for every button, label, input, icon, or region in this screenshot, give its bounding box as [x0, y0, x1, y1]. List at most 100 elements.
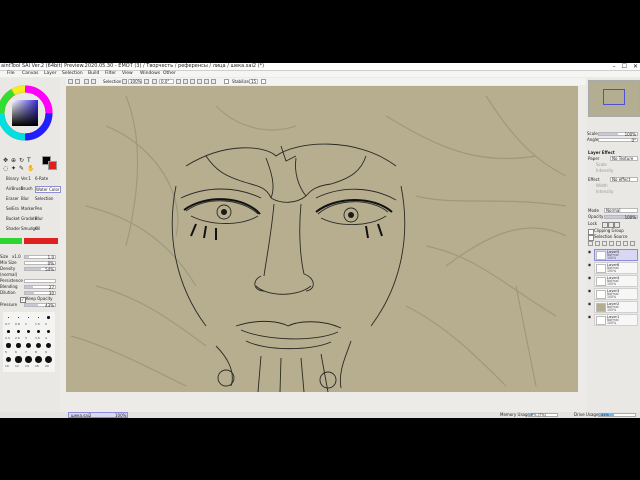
rotate-right-icon[interactable]: [176, 79, 181, 84]
stabilizer-field[interactable]: 15: [249, 79, 258, 84]
zoom-icon[interactable]: ⊕: [11, 157, 16, 164]
dilution-slider[interactable]: 30: [24, 291, 56, 296]
menu-file[interactable]: File: [7, 71, 15, 77]
brush-tip-icon[interactable]: [261, 79, 266, 84]
brush-size-dot[interactable]: 9: [44, 341, 53, 354]
tool-shader[interactable]: Shader: [6, 226, 20, 231]
brush-size-dot[interactable]: 3.5: [34, 327, 43, 340]
brush-size-dot[interactable]: 4: [44, 327, 53, 340]
brush-size-dot[interactable]: 14: [24, 355, 33, 368]
zoom-field[interactable]: 100%: [128, 79, 142, 84]
size-mult[interactable]: x1.0: [12, 254, 21, 259]
layer-row[interactable]: Layer3 Normal 100%: [594, 288, 638, 300]
visibility-eye-icon[interactable]: ◉: [587, 275, 592, 280]
brush-size-dot[interactable]: 2.6: [14, 327, 23, 340]
menu-view[interactable]: View: [122, 71, 133, 77]
eyedropper-icon[interactable]: ✎: [19, 165, 24, 172]
brush-size-dot[interactable]: 5: [4, 341, 13, 354]
layer-row[interactable]: Layer5 Normal 100%: [594, 249, 638, 261]
tool-binary[interactable]: Binary: [6, 176, 19, 181]
reset-rotation-icon[interactable]: [183, 79, 188, 84]
brush-size-dot[interactable]: 0.8: [14, 313, 23, 326]
fit-window-icon[interactable]: [204, 79, 209, 84]
new-layer-icon[interactable]: [588, 241, 593, 246]
menu-canvas[interactable]: Canvas: [22, 71, 39, 77]
navigator-zoom-slider[interactable]: 100%: [598, 132, 638, 137]
drawing-canvas[interactable]: [66, 86, 578, 392]
density-slider[interactable]: 54%: [24, 267, 56, 272]
maximize-button[interactable]: ☐: [622, 63, 627, 70]
new-linework-layer-icon[interactable]: [595, 241, 600, 246]
invert-selection-icon[interactable]: [91, 79, 96, 84]
new-folder-icon[interactable]: [602, 241, 607, 246]
tool-selection[interactable]: Selection: [35, 196, 53, 201]
visibility-eye-icon[interactable]: ◉: [587, 301, 592, 306]
redo-icon[interactable]: [75, 79, 80, 84]
texture-select[interactable]: No Texture: [610, 156, 638, 161]
rotate-icon[interactable]: ↻: [19, 157, 24, 164]
brush-size-dot[interactable]: 7: [24, 341, 33, 354]
flip-horizontal-icon[interactable]: [190, 79, 195, 84]
menu-layer[interactable]: Layer: [44, 71, 57, 77]
tool-blur[interactable]: Blur: [21, 196, 29, 201]
brush-size-dot[interactable]: 1.5: [34, 313, 43, 326]
brush-size-dot[interactable]: 2: [44, 313, 53, 326]
navigator-viewport[interactable]: [603, 89, 625, 105]
brush-size-dot[interactable]: 2.3: [4, 327, 13, 340]
visibility-eye-icon[interactable]: ◉: [587, 314, 592, 319]
selection-tool-icons[interactable]: ✥ ⊕ ↻ T ◌ ✦ ✎ ✋: [3, 157, 39, 175]
min-size-slider[interactable]: 0%: [24, 261, 56, 266]
layer-row[interactable]: Layer6 Normal 100%: [594, 262, 638, 274]
color-wheel-area[interactable]: [0, 78, 60, 158]
close-button[interactable]: ✕: [633, 63, 638, 70]
move-icon[interactable]: ✥: [3, 157, 8, 164]
persistence-slider[interactable]: [24, 279, 56, 283]
text-icon[interactable]: T: [27, 157, 31, 164]
tool-watercolor[interactable]: Water Color: [35, 186, 61, 193]
blend-mode-select[interactable]: Normal: [604, 208, 638, 213]
menu-other[interactable]: Other: [163, 71, 176, 77]
menu-build[interactable]: Build: [88, 71, 99, 77]
opacity-slider[interactable]: 100%: [604, 215, 638, 220]
tool-ver1[interactable]: Ver.1: [21, 176, 31, 181]
tool-eraser[interactable]: Eraser: [6, 196, 19, 201]
brush-size-dot[interactable]: 12: [14, 355, 23, 368]
layer-row[interactable]: Layer1 Normal 100%: [594, 314, 638, 326]
brush-size-dot[interactable]: 3: [24, 327, 33, 340]
settings-icon[interactable]: [211, 79, 216, 84]
brush-size-dot[interactable]: 6: [14, 341, 23, 354]
visibility-eye-icon[interactable]: ◉: [587, 262, 592, 267]
layer-row[interactable]: Layer2 Normal 100%: [594, 301, 638, 313]
brush-size-dot[interactable]: 16: [34, 355, 43, 368]
zoom-out-icon[interactable]: [122, 79, 127, 84]
tool-bucket[interactable]: Bucket: [6, 216, 20, 221]
brush-size-dot[interactable]: 8: [34, 341, 43, 354]
tool-selera[interactable]: SelEra: [6, 206, 19, 211]
visibility-eye-icon[interactable]: ◉: [587, 249, 592, 254]
document-tab[interactable]: шека.sai2 100%: [68, 412, 128, 418]
tool-pen[interactable]: Pen: [35, 206, 42, 211]
magic-wand-icon[interactable]: ✦: [11, 165, 16, 172]
lasso-icon[interactable]: ◌: [3, 165, 8, 172]
blending-slider[interactable]: 27: [24, 285, 56, 290]
green-color-bar[interactable]: [0, 238, 22, 244]
navigator-preview[interactable]: [588, 80, 640, 117]
pressure-slider[interactable]: 43%: [24, 303, 56, 308]
angle-field[interactable]: 0.0°: [159, 79, 174, 84]
menu-windows[interactable]: Windows: [140, 71, 160, 77]
tool-blur2[interactable]: Blur: [35, 216, 43, 221]
tool-oil[interactable]: Oil: [35, 226, 40, 231]
deselect-icon[interactable]: [84, 79, 89, 84]
brush-size-dot[interactable]: 20: [44, 355, 53, 368]
tool-brush[interactable]: Brush: [21, 186, 33, 191]
layer-effect-header[interactable]: Layer Effect: [588, 150, 615, 155]
flip-vertical-icon[interactable]: [197, 79, 202, 84]
menu-selection[interactable]: Selection: [62, 71, 83, 77]
hand-icon[interactable]: [224, 79, 229, 84]
navigator-angle-slider[interactable]: 0°: [598, 138, 638, 143]
zoom-in-icon[interactable]: [144, 79, 149, 84]
brush-size-dot[interactable]: 0.7: [4, 313, 13, 326]
clear-layer-icon[interactable]: [623, 241, 628, 246]
tool-marker[interactable]: Marker: [21, 206, 35, 211]
red-color-bar[interactable]: [24, 238, 58, 244]
